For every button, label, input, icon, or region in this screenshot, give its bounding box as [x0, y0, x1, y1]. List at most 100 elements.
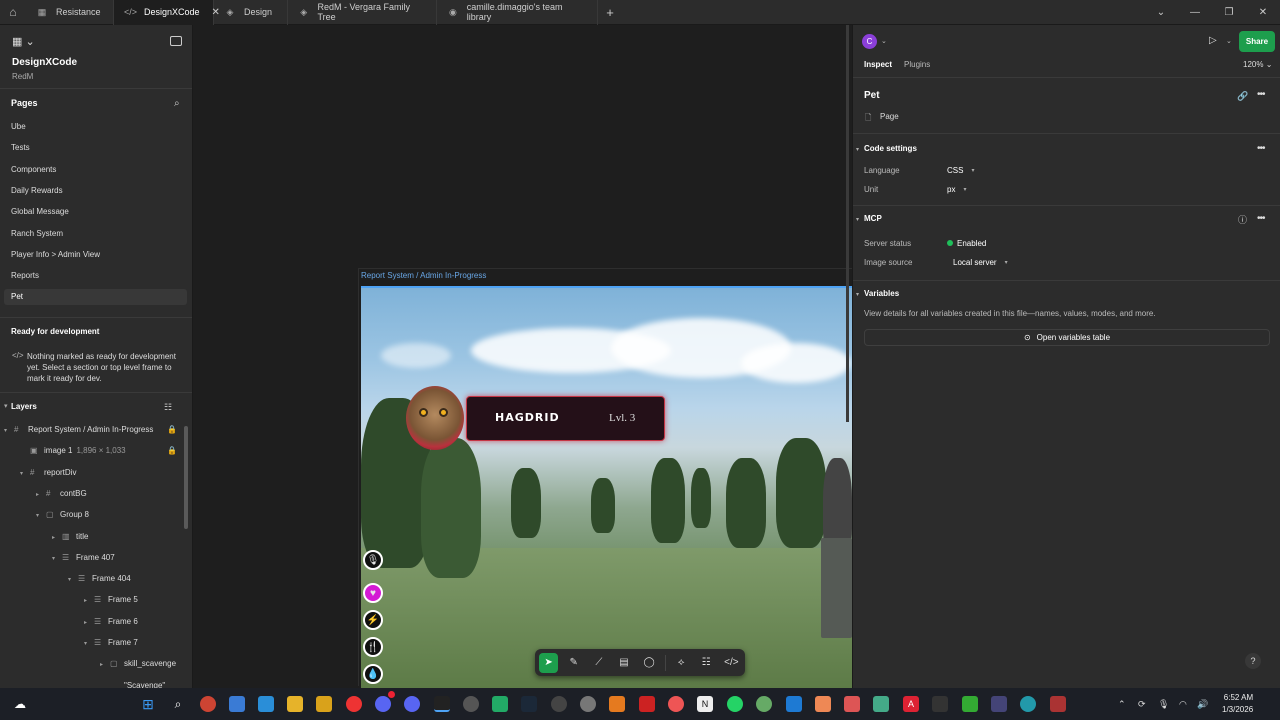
layer-row[interactable]: ▸ ▢ skill_scavenge — [100, 655, 176, 673]
toggle-sidebar-icon[interactable] — [170, 36, 182, 46]
more-icon[interactable]: ••• — [1257, 89, 1265, 100]
code-settings-header[interactable]: Code settings — [864, 144, 917, 153]
tab-inspect[interactable]: Inspect — [864, 60, 892, 69]
layer-row[interactable]: "Scavenge" — [100, 677, 165, 688]
caret-icon[interactable]: ▸ — [52, 529, 62, 547]
tab-0[interactable]: ▦ Resistance — [26, 0, 114, 25]
app-icon[interactable] — [844, 696, 860, 712]
layer-row[interactable]: ▾ ☰ Frame 7 — [84, 634, 138, 652]
sync-icon[interactable]: ⟳ — [1138, 699, 1146, 710]
layer-row[interactable]: ▾ ▢ Group 8 — [36, 506, 89, 524]
frame-label[interactable]: Report System / Admin In-Progress — [361, 271, 486, 280]
close-window-button[interactable]: ✕ — [1246, 0, 1280, 25]
tab-plugins[interactable]: Plugins — [904, 60, 930, 69]
clock[interactable]: 6:52 AM 1/3/2026 — [1222, 692, 1253, 716]
chevron-down-icon[interactable]: ⌄ — [1144, 0, 1178, 25]
tab-2[interactable]: ◈ Design — [214, 0, 288, 25]
app-icon[interactable] — [200, 696, 216, 712]
play-icon[interactable]: ▷ — [1209, 35, 1217, 46]
wifi-icon[interactable]: ◠ — [1179, 699, 1187, 710]
app-icon[interactable] — [580, 696, 596, 712]
layer-row[interactable]: ▾ ☰ Frame 407 — [52, 549, 115, 567]
page-item[interactable]: Tests — [4, 140, 187, 156]
comment-tool-icon[interactable]: ◯ — [640, 653, 659, 673]
unit-select[interactable]: px ▾ — [941, 181, 972, 197]
app-icon[interactable] — [639, 696, 655, 712]
project-name[interactable]: DesignXCode — [12, 57, 77, 68]
language-select[interactable]: CSS ▾ — [941, 162, 980, 178]
windows-start-icon[interactable]: ⊞ — [140, 696, 156, 712]
search-icon[interactable]: ⌕ — [174, 98, 180, 109]
new-tab-button[interactable]: + — [598, 5, 622, 20]
game-screenshot-image[interactable]: HAGDRID Lvl. 3 🎙 ♥ ⚡ 🍴 💧 — [361, 286, 852, 688]
caret-icon[interactable]: ▾ — [84, 635, 94, 653]
page-item[interactable]: Ranch System — [4, 226, 187, 242]
page-item[interactable]: Reports — [4, 268, 187, 284]
caret-icon[interactable]: ▾ — [68, 571, 78, 589]
page-item[interactable]: Components — [4, 162, 187, 178]
app-icon[interactable] — [609, 696, 625, 712]
layer-row[interactable]: ▸ ☰ Frame 5 — [84, 591, 138, 609]
layer-row[interactable]: ▾ ☰ Frame 404 — [68, 570, 131, 588]
chevron-down-icon[interactable]: ⌄ — [1226, 37, 1232, 45]
app-icon[interactable]: A — [903, 696, 919, 712]
home-icon[interactable]: ⌂ — [0, 0, 26, 25]
properties-icon[interactable]: ☷ — [697, 653, 716, 673]
help-button[interactable]: ? — [1245, 653, 1261, 669]
volume-icon[interactable]: 🔊 — [1197, 699, 1208, 710]
lock-icon[interactable]: 🔒 — [167, 425, 177, 434]
variables-header[interactable]: Variables — [864, 289, 899, 298]
info-icon[interactable]: ⓘ — [1238, 213, 1247, 226]
more-icon[interactable]: ••• — [1257, 213, 1265, 224]
app-icon[interactable] — [463, 696, 479, 712]
link-icon[interactable]: 🔗 — [1237, 91, 1248, 102]
page-item[interactable]: Pet — [4, 289, 187, 306]
app-icon[interactable] — [815, 696, 831, 712]
minimize-button[interactable]: — — [1178, 0, 1212, 25]
main-menu-icon[interactable]: ▦ ⌄ — [12, 35, 35, 48]
copilot-icon[interactable] — [229, 696, 245, 712]
code-icon[interactable]: </> — [722, 653, 741, 673]
layer-row[interactable]: ▸ ☰ Frame 6 — [84, 613, 138, 631]
annotate-tool-icon[interactable]: ▤ — [614, 653, 633, 673]
collapse-layers-icon[interactable]: ☷ — [164, 402, 172, 413]
app-icon[interactable] — [668, 696, 684, 712]
layer-row[interactable]: ▾ # reportDiv — [20, 464, 76, 482]
steam-icon[interactable] — [521, 696, 537, 712]
caret-icon[interactable]: ▸ — [100, 656, 110, 674]
layer-row[interactable]: ▸ # contBG — [36, 485, 87, 503]
lock-icon[interactable]: 🔒 — [167, 446, 177, 455]
canvas-scrollbar[interactable] — [846, 25, 849, 422]
figma-icon[interactable] — [434, 696, 450, 712]
caret-icon[interactable]: ▸ — [84, 614, 94, 632]
page-item[interactable]: Ube — [4, 119, 187, 135]
tab-3[interactable]: ◈ RedM - Vergara Family Tree — [288, 0, 437, 25]
caret-icon[interactable]: ▸ — [36, 486, 46, 504]
zoom-level[interactable]: 120% ⌄ — [1243, 60, 1272, 69]
maximize-button[interactable]: ❐ — [1212, 0, 1246, 25]
store-icon[interactable] — [258, 696, 274, 712]
calculator-icon[interactable] — [873, 696, 889, 712]
pen-tool-icon[interactable]: ✎ — [564, 653, 583, 673]
share-button[interactable]: Share — [1239, 31, 1275, 52]
mcp-header[interactable]: MCP — [864, 214, 882, 223]
terminal-icon[interactable] — [932, 696, 948, 712]
microphone-icon[interactable]: 🎙 — [1158, 699, 1169, 710]
canvas[interactable]: Report System / Admin In-Progress HAGDRI… — [193, 25, 852, 688]
discord-icon[interactable] — [375, 696, 391, 712]
tab-1[interactable]: </> DesignXCode ✕ — [114, 0, 220, 25]
discord-icon[interactable] — [404, 696, 420, 712]
collapse-caret-icon[interactable]: ▾ — [856, 216, 859, 223]
whatsapp-icon[interactable] — [727, 696, 743, 712]
collapse-caret-icon[interactable]: ▾ — [4, 402, 8, 410]
app-icon[interactable] — [1050, 696, 1066, 712]
layer-row[interactable]: ▾ # Report System / Admin In-Progress — [4, 421, 153, 439]
avatar[interactable]: C — [862, 34, 877, 49]
app-icon[interactable] — [492, 696, 508, 712]
caret-icon[interactable]: ▾ — [36, 507, 46, 525]
layers-scrollbar[interactable] — [184, 426, 188, 529]
move-tool-icon[interactable]: ➤ — [539, 652, 559, 673]
caret-icon[interactable]: ▸ — [84, 592, 94, 610]
measure-tool-icon[interactable]: ⟋ — [589, 653, 608, 673]
more-icon[interactable]: ••• — [1257, 143, 1265, 154]
